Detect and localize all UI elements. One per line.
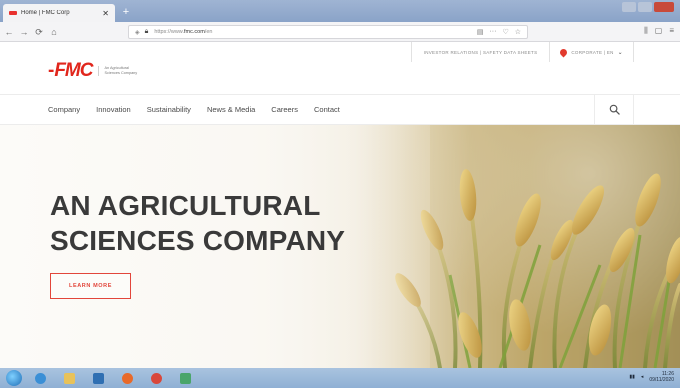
nav-item-sustainability[interactable]: Sustainability <box>147 105 191 114</box>
home-icon[interactable]: ⌂ <box>48 26 60 38</box>
location-pin-icon <box>558 47 569 57</box>
minimize-button[interactable] <box>622 2 636 12</box>
sidebar-icon[interactable]: ▢ <box>655 26 663 36</box>
taskbar-app-icon[interactable] <box>174 370 196 386</box>
region-label: CORPORATE | EN <box>571 49 614 55</box>
nav-item-news-media[interactable]: News & Media <box>207 105 255 114</box>
close-window-button[interactable] <box>654 2 674 12</box>
learn-more-button[interactable]: LEARN MORE <box>50 273 131 299</box>
maximize-button[interactable] <box>638 2 652 12</box>
library-icon[interactable]: ⫼ <box>644 26 648 36</box>
clock[interactable]: 11:26 09/11/2020 <box>649 371 674 383</box>
close-tab-icon[interactable]: ✕ <box>102 9 109 18</box>
network-icon[interactable]: ▮▮ <box>629 374 635 380</box>
logo-wordmark: ‑FMC <box>48 60 93 81</box>
taskbar-folder-icon[interactable] <box>58 370 80 386</box>
main-navigation: Company Innovation Sustainability News &… <box>48 94 340 124</box>
tracking-shield-icon[interactable]: ◈ <box>135 29 140 36</box>
web-page: INVESTOR RELATIONS | SAFETY DATA SHEETS … <box>0 42 680 368</box>
back-icon[interactable]: ← <box>3 26 15 38</box>
chevron-down-icon: ⌄ <box>617 49 623 56</box>
menu-icon[interactable]: ≡ <box>669 26 674 36</box>
reader-view-icon[interactable]: ▤ <box>477 28 484 36</box>
browser-navigation-bar: ← → ⟳ ⌂ ◈ 🔒︎ https://www.fmc.com/en ▤ ··… <box>0 22 680 42</box>
nav-item-contact[interactable]: Contact <box>314 105 340 114</box>
system-tray: ▮▮ ◂ 11:26 09/11/2020 <box>629 371 674 383</box>
address-bar[interactable]: ◈ 🔒︎ https://www.fmc.com/en ▤ ··· ♡ ☆ <box>128 25 528 39</box>
taskbar-firefox-icon[interactable] <box>116 370 138 386</box>
logo-tagline: An Agricultural Sciences Company <box>98 66 137 76</box>
taskbar-media-icon[interactable] <box>87 370 109 386</box>
url-text: https://www.fmc.com/en <box>154 29 213 35</box>
start-button[interactable] <box>6 370 22 386</box>
search-icon <box>609 104 620 115</box>
bookmark-star-icon[interactable]: ☆ <box>515 28 521 36</box>
window-controls <box>622 2 674 12</box>
page-actions-icon[interactable]: ··· <box>489 28 496 36</box>
nav-item-company[interactable]: Company <box>48 105 80 114</box>
fmc-logo[interactable]: ‑FMC An Agricultural Sciences Company <box>48 60 137 82</box>
fmc-favicon-icon <box>9 11 17 15</box>
browser-toolbar-right: ⫼ ▢ ≡ <box>644 26 674 36</box>
volume-icon[interactable]: ◂ <box>641 374 644 380</box>
nav-item-careers[interactable]: Careers <box>271 105 298 114</box>
utility-bar: INVESTOR RELATIONS | SAFETY DATA SHEETS … <box>410 42 634 62</box>
tab-title: Home | FMC Corp <box>21 10 70 16</box>
lock-icon[interactable]: 🔒︎ <box>145 28 149 36</box>
hero-banner: AN AGRICULTURAL SCIENCES COMPANY LEARN M… <box>0 125 680 368</box>
search-button[interactable] <box>594 94 634 124</box>
reload-icon[interactable]: ⟳ <box>33 26 45 38</box>
nav-item-innovation[interactable]: Innovation <box>96 105 131 114</box>
address-bar-actions: ▤ ··· ♡ ☆ <box>477 28 521 36</box>
taskbar-ie-icon[interactable] <box>29 370 51 386</box>
region-selector[interactable]: CORPORATE | EN ⌄ <box>550 42 634 62</box>
hero-title: AN AGRICULTURAL SCIENCES COMPANY <box>50 190 346 256</box>
forward-icon[interactable]: → <box>18 26 30 38</box>
browser-tab-strip: Home | FMC Corp ✕ + <box>0 0 680 22</box>
pocket-icon[interactable]: ♡ <box>502 28 508 36</box>
taskbar-chrome-icon[interactable] <box>145 370 167 386</box>
utility-links[interactable]: INVESTOR RELATIONS | SAFETY DATA SHEETS <box>410 42 551 62</box>
browser-tab[interactable]: Home | FMC Corp ✕ <box>3 4 115 22</box>
new-tab-button[interactable]: + <box>120 6 132 18</box>
os-taskbar: ▮▮ ◂ 11:26 09/11/2020 <box>0 368 680 388</box>
